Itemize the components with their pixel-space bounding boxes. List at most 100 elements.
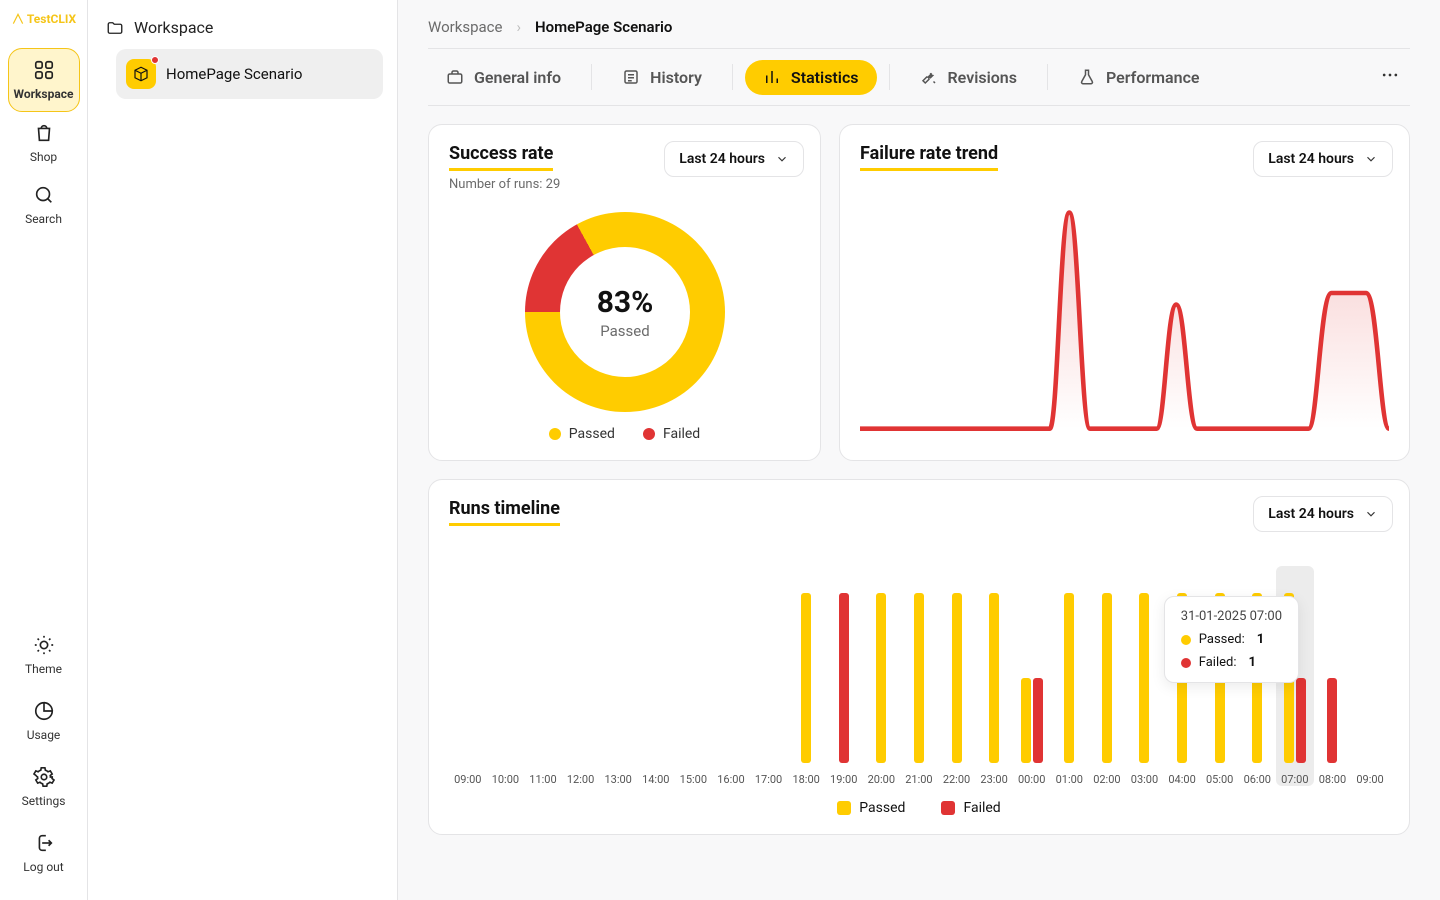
timeline-xlabel: 12:00 <box>567 773 594 786</box>
breadcrumb: Workspace › HomePage Scenario <box>428 18 1410 36</box>
logout-icon <box>33 832 55 854</box>
bar-passed <box>1139 593 1149 763</box>
tab-history[interactable]: History <box>604 60 720 95</box>
rail-settings-label: Settings <box>22 794 66 808</box>
timeline-xlabel: 04:00 <box>1168 773 1195 786</box>
bar-passed <box>989 593 999 763</box>
timeline-slot[interactable]: 22:00 <box>938 566 976 786</box>
tooltip-title: 31-01-2025 07:00 <box>1181 609 1282 624</box>
timeline-slot[interactable]: 08:00 <box>1314 566 1352 786</box>
range-select-timeline[interactable]: Last 24 hours <box>1253 496 1393 532</box>
timeline-xlabel: 23:00 <box>980 773 1007 786</box>
timeline-xlabel: 00:00 <box>1018 773 1045 786</box>
timeline-slot[interactable]: 09:00 <box>449 566 487 786</box>
timeline-slot[interactable]: 18:00 <box>787 566 825 786</box>
tab-statistics[interactable]: Statistics <box>745 60 877 95</box>
bar-failed <box>839 593 849 763</box>
card-runs-timeline: Runs timeline Last 24 hours 31-01-2025 0… <box>428 479 1410 835</box>
legend-swatch-pass-icon <box>837 801 851 815</box>
tree-root[interactable]: Workspace <box>102 14 383 49</box>
timeline-xlabel: 19:00 <box>830 773 857 786</box>
timeline-slot[interactable]: 12:00 <box>562 566 600 786</box>
timeline-slot[interactable]: 00:00 <box>1013 566 1051 786</box>
folder-icon <box>106 19 124 37</box>
rail-theme-label: Theme <box>25 662 62 676</box>
chevron-right-icon: › <box>516 18 521 36</box>
rail-usage[interactable]: Usage <box>8 690 80 752</box>
range-select-success[interactable]: Last 24 hours <box>664 141 804 177</box>
tabbar: General info History Statistics Revision… <box>428 48 1410 106</box>
timeline-xlabel: 11:00 <box>529 773 556 786</box>
card-runs-timeline-title: Runs timeline <box>449 498 560 526</box>
tab-general-info[interactable]: General info <box>428 60 579 95</box>
timeline-slot[interactable]: 21:00 <box>900 566 938 786</box>
chevron-down-icon <box>1364 507 1378 521</box>
sun-icon <box>33 634 55 656</box>
range-select-success-label: Last 24 hours <box>679 151 765 167</box>
tab-performance[interactable]: Performance <box>1060 60 1218 95</box>
timeline-slot[interactable]: 20:00 <box>863 566 901 786</box>
timeline-slot[interactable]: 11:00 <box>524 566 562 786</box>
rail-logout[interactable]: Log out <box>8 822 80 884</box>
timeline-slot[interactable]: 02:00 <box>1088 566 1126 786</box>
range-select-failure[interactable]: Last 24 hours <box>1253 141 1393 177</box>
rail-usage-label: Usage <box>27 728 61 742</box>
brand-logo: TestCLIX <box>11 12 76 26</box>
card-success-rate-subtitle: Number of runs: 29 <box>449 177 800 192</box>
tree-node-homepage-scenario[interactable]: HomePage Scenario <box>116 49 383 99</box>
timeline-slot[interactable]: 19:00 <box>825 566 863 786</box>
nav-rail: TestCLIX Workspace Shop Search Theme Usa… <box>0 0 88 900</box>
bar-passed <box>1102 593 1112 763</box>
timeline-slot[interactable]: 03:00 <box>1126 566 1164 786</box>
timeline-xlabel: 07:00 <box>1281 773 1308 786</box>
breadcrumb-root[interactable]: Workspace <box>428 18 502 36</box>
timeline-slot[interactable]: 15:00 <box>675 566 713 786</box>
timeline-xlabel: 03:00 <box>1131 773 1158 786</box>
bar-passed <box>801 593 811 763</box>
timeline-tooltip: 31-01-2025 07:00 Passed:1 Failed:1 <box>1164 596 1299 683</box>
tree-root-label: Workspace <box>134 18 213 37</box>
timeline-xlabel: 22:00 <box>943 773 970 786</box>
bar-passed <box>952 593 962 763</box>
legend-failed-label: Failed <box>663 426 700 442</box>
more-menu[interactable] <box>1370 59 1410 95</box>
chevron-down-icon <box>775 152 789 166</box>
bar-chart-icon <box>763 68 781 86</box>
timeline-slot[interactable]: 14:00 <box>637 566 675 786</box>
range-select-failure-label: Last 24 hours <box>1268 151 1354 167</box>
pie-icon <box>33 700 55 722</box>
tooltip-passed-value: 1 <box>1257 632 1264 647</box>
timeline-xlabel: 05:00 <box>1206 773 1233 786</box>
rail-settings[interactable]: Settings <box>8 756 80 818</box>
rail-shop[interactable]: Shop <box>8 112 80 174</box>
bar-failed <box>1296 678 1306 763</box>
timeline-xlabel: 10:00 <box>492 773 519 786</box>
tooltip-swatch-pass-icon <box>1181 635 1191 645</box>
timeline-slot[interactable]: 01:00 <box>1051 566 1089 786</box>
success-rate-donut: 83% Passed <box>525 212 725 412</box>
failure-trend-chart <box>860 201 1389 431</box>
rail-theme[interactable]: Theme <box>8 624 80 686</box>
timeline-slot[interactable]: 10:00 <box>487 566 525 786</box>
card-failure-trend-title: Failure rate trend <box>860 143 998 171</box>
tools-icon <box>920 68 938 86</box>
timeline-slot[interactable]: 13:00 <box>599 566 637 786</box>
scenario-badge <box>126 59 156 89</box>
timeline-slot[interactable]: 17:00 <box>750 566 788 786</box>
briefcase-icon <box>446 68 464 86</box>
tab-history-label: History <box>650 68 702 87</box>
success-rate-percent: 83% <box>596 285 653 320</box>
card-success-rate-title: Success rate <box>449 143 553 171</box>
chevron-down-icon <box>1364 152 1378 166</box>
legend-swatch-fail-icon <box>941 801 955 815</box>
legend-swatch-fail-icon <box>643 428 655 440</box>
rail-workspace[interactable]: Workspace <box>8 48 80 112</box>
rail-search-label: Search <box>25 212 62 226</box>
timeline-slot[interactable]: 23:00 <box>975 566 1013 786</box>
timeline-slot[interactable]: 16:00 <box>712 566 750 786</box>
tab-revisions[interactable]: Revisions <box>902 60 1035 95</box>
tab-statistics-label: Statistics <box>791 68 859 87</box>
rail-search[interactable]: Search <box>8 174 80 236</box>
timeline-slot[interactable]: 09:00 <box>1351 566 1389 786</box>
legend-swatch-pass-icon <box>549 428 561 440</box>
